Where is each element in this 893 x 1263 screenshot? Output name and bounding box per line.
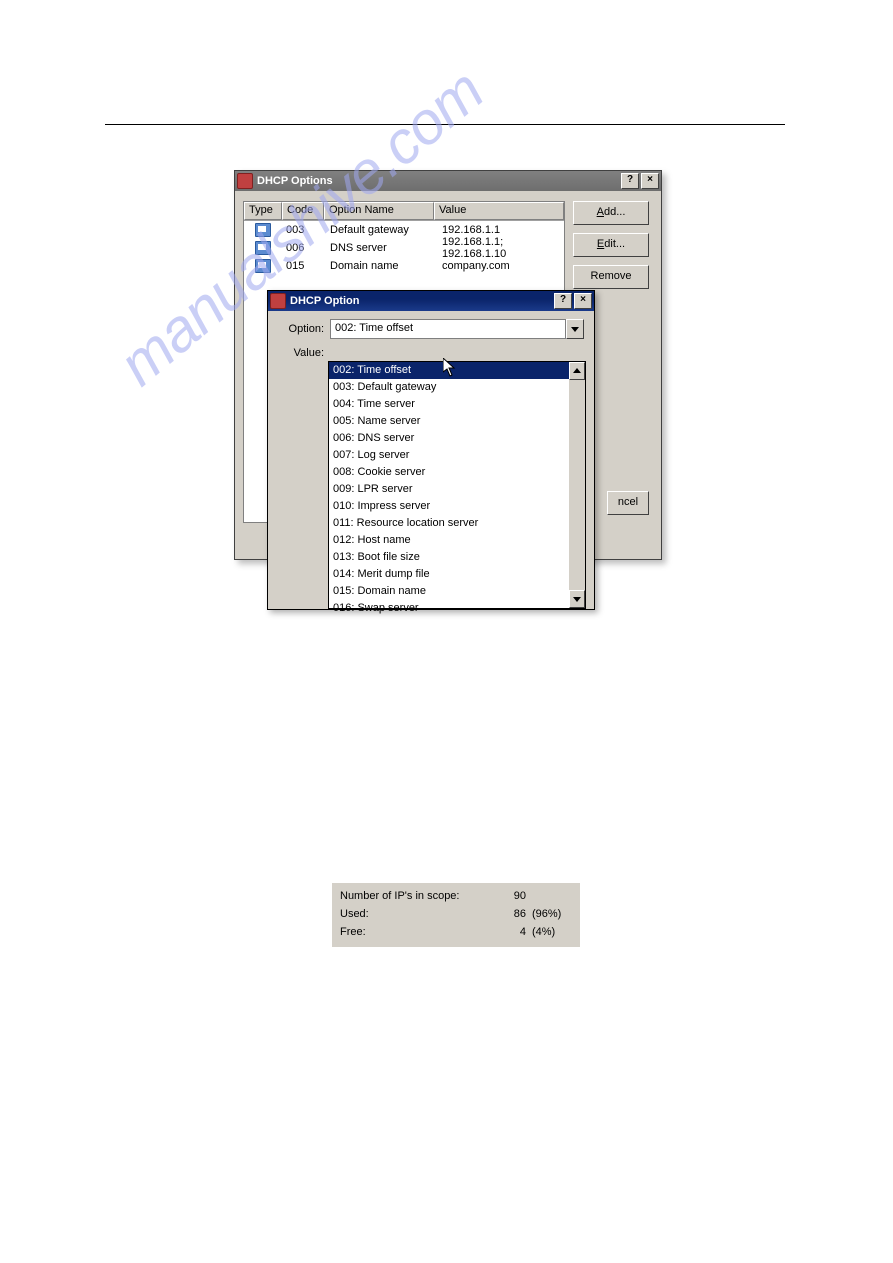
app-icon <box>237 173 253 189</box>
window-title: DHCP Option <box>290 295 552 307</box>
ip-stats-panel: Number of IP's in scope: 90 Used: 86 (96… <box>332 883 580 947</box>
list-item[interactable]: 014: Merit dump file <box>329 566 569 583</box>
list-item[interactable]: 013: Boot file size <box>329 549 569 566</box>
list-item[interactable]: 007: Log server <box>329 447 569 464</box>
scrollbar[interactable] <box>569 362 585 608</box>
list-item[interactable]: 006: DNS server <box>329 430 569 447</box>
value-label: Value: <box>278 347 330 359</box>
list-header: Type Code Option Name Value <box>244 202 564 221</box>
add-button[interactable]: Add... <box>573 201 649 225</box>
option-icon <box>255 259 271 273</box>
help-button[interactable]: ? <box>621 173 639 189</box>
help-button[interactable]: ? <box>554 293 572 309</box>
list-item[interactable]: 005: Name server <box>329 413 569 430</box>
option-value: 002: Time offset <box>330 319 566 339</box>
list-item[interactable]: 002: Time offset <box>329 362 569 379</box>
col-value[interactable]: Value <box>434 202 564 220</box>
stats-row: Used: 86 (96%) <box>340 905 572 923</box>
list-item[interactable]: 003: Default gateway <box>329 379 569 396</box>
list-item[interactable]: 008: Cookie server <box>329 464 569 481</box>
chevron-down-icon[interactable] <box>566 319 584 339</box>
option-icon <box>255 241 271 255</box>
app-icon <box>270 293 286 309</box>
scroll-down-icon[interactable] <box>569 590 585 608</box>
table-row[interactable]: 006 DNS server 192.168.1.1; 192.168.1.10 <box>244 239 564 257</box>
edit-button[interactable]: Edit... <box>573 233 649 257</box>
remove-button[interactable]: Remove <box>573 265 649 289</box>
list-item[interactable]: 016: Swap server <box>329 600 569 617</box>
option-label: Option: <box>278 323 330 335</box>
close-button[interactable]: × <box>641 173 659 189</box>
scroll-up-icon[interactable] <box>569 362 585 380</box>
close-button[interactable]: × <box>574 293 592 309</box>
option-combobox[interactable]: 002: Time offset <box>330 319 584 339</box>
option-dropdown-list[interactable]: 002: Time offset 003: Default gateway 00… <box>328 361 586 609</box>
window-title: DHCP Options <box>257 175 619 187</box>
stats-row: Free: 4 (4%) <box>340 923 572 941</box>
scroll-track[interactable] <box>569 380 585 590</box>
col-code[interactable]: Code <box>282 202 324 220</box>
list-item[interactable]: 012: Host name <box>329 532 569 549</box>
option-icon <box>255 223 271 237</box>
cancel-button-partial[interactable]: ncel <box>607 491 649 515</box>
list-item[interactable]: 010: Impress server <box>329 498 569 515</box>
list-item[interactable]: 009: LPR server <box>329 481 569 498</box>
titlebar: DHCP Options ? × <box>235 171 661 191</box>
col-name[interactable]: Option Name <box>324 202 434 220</box>
list-item[interactable]: 011: Resource location server <box>329 515 569 532</box>
list-item[interactable]: 004: Time server <box>329 396 569 413</box>
list-item[interactable]: 015: Domain name <box>329 583 569 600</box>
stats-row: Number of IP's in scope: 90 <box>340 887 572 905</box>
table-row[interactable]: 015 Domain name company.com <box>244 257 564 275</box>
col-type[interactable]: Type <box>244 202 282 220</box>
dhcp-option-dialog: DHCP Option ? × Option: 002: Time offset… <box>267 290 595 610</box>
divider <box>105 124 785 125</box>
titlebar: DHCP Option ? × <box>268 291 594 311</box>
